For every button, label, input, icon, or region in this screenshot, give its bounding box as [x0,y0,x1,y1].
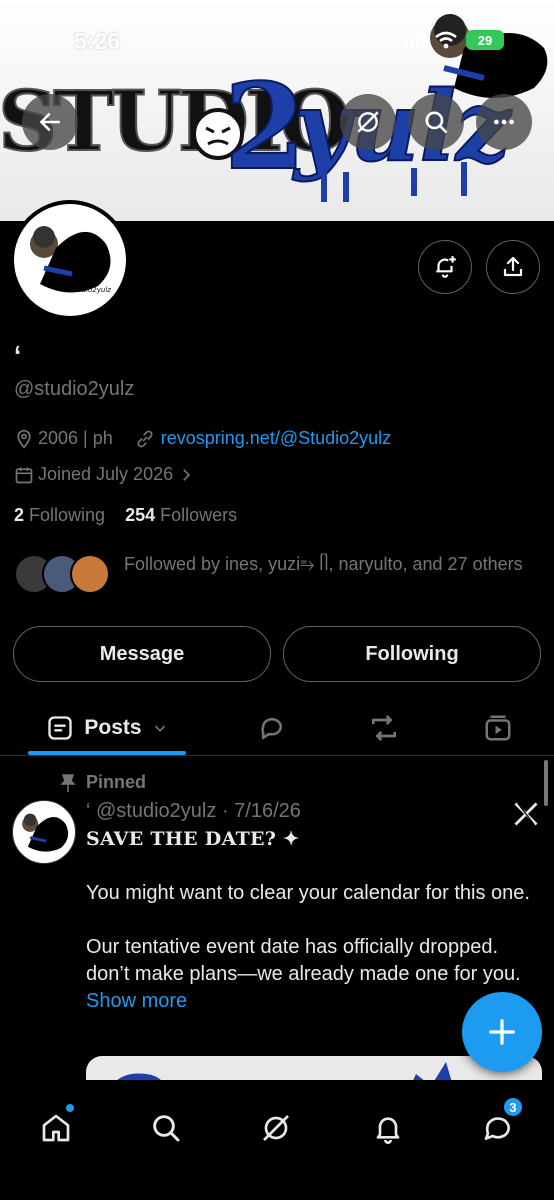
svg-text:Studio2yulz: Studio2yulz [70,286,111,294]
post-avatar-art [22,813,69,852]
followed-by-text: Followed by ines, yuzi⥱ ᥥ, naryulto, and… [124,554,523,574]
posts-icon [48,716,73,740]
grok-icon [357,111,379,133]
search-button[interactable] [408,94,464,150]
following-count-link[interactable]: 2 Following [14,505,105,525]
calendar-icon [15,467,33,483]
location-icon [17,429,31,449]
bottom-nav: 3 [0,1080,554,1200]
signal-icon [404,32,426,48]
followed-by-row[interactable]: Followed by ines, yuzi⥱ ᥥ, naryulto, and… [14,550,534,594]
messages-badge: 3 [502,1096,524,1118]
search-icon [153,1115,180,1142]
nav-grok[interactable] [248,1100,304,1156]
nav-messages[interactable]: 3 [470,1096,526,1156]
display-name: ‘ [14,340,22,370]
pin-icon [60,773,76,792]
avatar-art: Studio2yulz [30,226,111,294]
tab-replies[interactable] [244,700,300,756]
post-date[interactable]: 7/16/26 [234,800,301,822]
notifications-toggle-button[interactable] [418,240,472,294]
show-more-link[interactable]: Show more [86,990,187,1012]
post-author-avatar[interactable] [12,800,76,864]
profile-joined-row[interactable]: Joined July 2026 [14,464,195,485]
following-button[interactable]: Following [283,626,541,682]
x-logo-icon [514,802,538,826]
active-tab-indicator [28,751,186,755]
link-icon [137,430,153,447]
profile-joined: Joined July 2026 [38,464,174,484]
follower-avatar [70,554,110,594]
compose-icon [489,1019,515,1045]
wifi-icon [435,31,457,49]
follow-counts: 2 Following 254 Followers [14,505,237,526]
profile-website-link[interactable]: revospring.net/@Studio2yulz [161,428,391,449]
chevron-down-icon [154,725,165,732]
back-button[interactable] [22,94,78,150]
grok-button[interactable] [340,94,396,150]
profile-meta-location-link: 2006 | ph revospring.net/@Studio2yulz [14,428,391,449]
battery-indicator: 29 [466,30,504,50]
tab-reposts[interactable] [356,700,412,756]
tab-posts-label: Posts [84,716,142,739]
post-separator: · [221,800,229,822]
more-options-button[interactable] [476,94,532,150]
profile-handle: @studio2yulz [14,378,135,400]
share-icon [503,256,523,277]
more-icon [494,119,514,125]
post-author[interactable]: ‘ @studio2yulz [86,800,216,822]
profile-tabs: Posts [0,700,554,756]
nav-notifications[interactable] [360,1100,416,1156]
notifications-icon [376,1117,400,1144]
post-paragraph: You might want to clear your calendar fo… [86,882,530,904]
post-title: SAVE THE DATE? ✦ [86,828,300,850]
profile-avatar[interactable]: Studio2yulz [10,200,130,320]
nav-home[interactable] [28,1100,84,1156]
reposts-icon [372,715,396,741]
notify-plus-icon [436,256,456,278]
home-unread-dot [66,1104,74,1112]
pinned-label-row: Pinned [60,772,146,793]
chevron-right-icon [183,468,191,481]
home-icon [42,1114,70,1142]
nav-search[interactable] [138,1100,194,1156]
post-paragraph-truncated: Our tentative event date has officially … [86,936,521,1012]
grok-icon [263,1115,289,1141]
status-icons: 29 [404,30,504,50]
pinned-label: Pinned [86,772,147,792]
search-icon [425,111,448,134]
message-button[interactable]: Message [13,626,271,682]
post-header: ‘ @studio2yulz · 7/16/26 [86,800,301,823]
back-arrow-icon [40,113,60,131]
followers-count-link[interactable]: 254 Followers [125,505,237,525]
status-time: 5:26 [74,28,121,54]
scrollbar[interactable] [544,760,548,806]
share-button[interactable] [486,240,540,294]
tab-posts[interactable]: Posts [28,700,186,756]
compose-button[interactable] [462,992,542,1072]
media-icon [485,715,511,741]
profile-location: 2006 | ph [38,428,113,448]
post-body[interactable]: You might want to clear your calendar fo… [86,880,536,1015]
replies-icon [261,718,282,740]
tab-media[interactable] [470,700,526,756]
